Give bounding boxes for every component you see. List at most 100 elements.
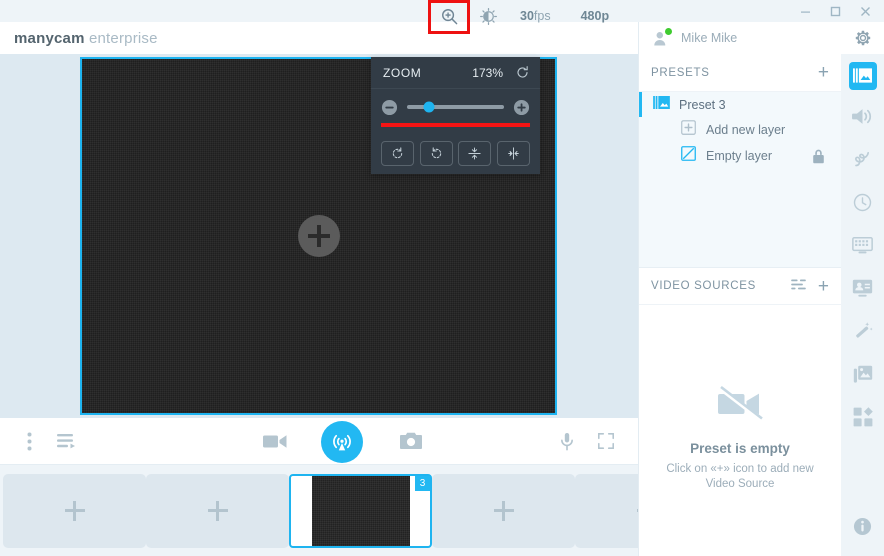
brand-edition: enterprise [84, 29, 158, 47]
preset-list-item[interactable]: Preset 3 [639, 92, 841, 117]
rotate-left-icon[interactable] [381, 141, 414, 166]
empty-layer-icon [681, 146, 696, 166]
sort-sources-icon[interactable] [791, 277, 806, 295]
zoom-slider-row [371, 89, 540, 125]
clock-icon [853, 193, 872, 217]
selection-indicator [639, 92, 642, 117]
presets-section-header: PRESETS + [639, 54, 841, 92]
reset-icon[interactable] [515, 65, 530, 80]
user-name: Mike Mike [681, 31, 738, 45]
draw-icon [853, 149, 873, 174]
empty-state-subtitle: Click on «+» icon to add new Video Sourc… [666, 463, 814, 490]
zoom-popup-title: ZOOM [383, 65, 422, 80]
presets-icon [848, 61, 877, 90]
preset-thumb-number: 3 [415, 476, 430, 491]
rotate-right-icon[interactable] [419, 141, 453, 166]
flip-vertical-icon[interactable] [458, 141, 492, 166]
presets-title: PRESETS [651, 66, 710, 79]
fullscreen-icon[interactable] [594, 430, 618, 452]
preset-thumb-empty[interactable] [432, 474, 575, 548]
rail-item-scheduler[interactable] [841, 183, 884, 226]
video-sources-empty-state: Preset is empty Click on «+» icon to add… [639, 344, 841, 556]
add-video-source-icon[interactable]: + [818, 277, 829, 296]
zoom-percent-value: 173% [472, 65, 503, 80]
rail-item-lower-third[interactable] [841, 269, 884, 312]
header-tools: 30 fps 480p [428, 0, 610, 34]
lower-third-icon [852, 279, 873, 302]
brand-name: manycam [14, 29, 85, 47]
minimize-icon[interactable] [790, 0, 820, 22]
presets-actions: + [818, 63, 829, 82]
preset-name: Preset 3 [679, 97, 726, 112]
playback-control-bar [0, 418, 638, 465]
audio-icon [852, 107, 873, 131]
zoom-out-icon[interactable] [381, 99, 398, 116]
settings-button[interactable] [841, 22, 884, 54]
rail-item-presets[interactable] [841, 54, 884, 97]
more-options-icon[interactable] [18, 430, 40, 452]
video-sources-title: VIDEO SOURCES [651, 280, 756, 292]
resolution-value: 480p [580, 9, 610, 23]
zoom-slider-thumb[interactable] [423, 101, 435, 113]
add-layer-icon [681, 120, 696, 140]
online-status-dot [665, 27, 672, 35]
rail-item-audio[interactable] [841, 97, 884, 140]
right-panel: PRESETS + Preset 3 Add new layer Empty l… [638, 54, 841, 556]
brightness-tool-button[interactable] [468, 0, 508, 32]
add-new-layer-row[interactable]: Add new layer [639, 117, 841, 143]
microphone-icon[interactable] [556, 430, 578, 452]
rail-item-objects[interactable] [841, 398, 884, 441]
broadcast-button[interactable] [321, 421, 363, 463]
maximize-icon[interactable] [820, 0, 850, 22]
chroma-key-icon [852, 236, 873, 259]
rail-item-draw[interactable] [841, 140, 884, 183]
zoom-popup-header: ZOOM 173% [371, 57, 540, 89]
preset-thumb-empty[interactable] [3, 474, 146, 548]
rail-item-backgrounds[interactable] [841, 355, 884, 398]
flip-horizontal-icon[interactable] [496, 141, 530, 166]
user-account[interactable]: Mike Mike [652, 22, 737, 54]
add-new-layer-label: Add new layer [706, 123, 786, 137]
header-divider [638, 22, 639, 54]
playlist-icon[interactable] [55, 430, 79, 452]
zoom-slider-track[interactable] [407, 101, 504, 113]
preset-thumb-selected[interactable]: 3 [289, 474, 432, 548]
rail-item-effects[interactable] [841, 312, 884, 355]
empty-layer-row[interactable]: Empty layer [639, 143, 841, 169]
no-camera-icon [717, 385, 763, 427]
zoom-in-icon[interactable] [513, 99, 530, 116]
rail-item-chroma-key[interactable] [841, 226, 884, 269]
right-icon-rail [841, 54, 884, 556]
record-video-icon[interactable] [262, 430, 288, 452]
rail-item-info[interactable] [841, 507, 884, 550]
plus-icon [64, 501, 85, 521]
close-icon[interactable] [850, 0, 880, 22]
backgrounds-icon [853, 365, 873, 389]
preset-thumb-empty[interactable] [146, 474, 289, 548]
preset-layers-icon [653, 95, 670, 114]
avatar [652, 27, 672, 48]
empty-layer-label: Empty layer [706, 149, 772, 163]
zoom-popup-panel: ZOOM 173% [371, 57, 540, 174]
add-source-button[interactable] [297, 215, 340, 257]
resolution-indicator: 480p [581, 0, 610, 32]
video-sources-section-header: VIDEO SOURCES + [639, 267, 841, 305]
objects-icon [853, 407, 873, 432]
preview-stage [0, 54, 638, 418]
preset-thumb-preview [311, 476, 410, 546]
window-buttons [790, 0, 880, 22]
manycam-window: manycam enterprise 30 fps 480p Mike Mike… [0, 0, 884, 556]
fps-indicator: 30 fps [520, 0, 551, 32]
zoom-action-buttons [371, 133, 540, 174]
add-preset-icon[interactable]: + [818, 63, 829, 82]
presets-empty-space [639, 169, 841, 267]
zoom-tool-button[interactable] [428, 0, 470, 34]
lock-icon[interactable] [812, 149, 825, 164]
preset-thumbnail-strip: 3 [0, 465, 718, 556]
snapshot-icon[interactable] [398, 430, 424, 452]
info-icon [853, 517, 872, 541]
plus-icon [493, 501, 514, 521]
fps-value: 30 [520, 9, 534, 23]
video-sources-actions: + [791, 277, 829, 296]
empty-state-title: Preset is empty [690, 441, 790, 456]
